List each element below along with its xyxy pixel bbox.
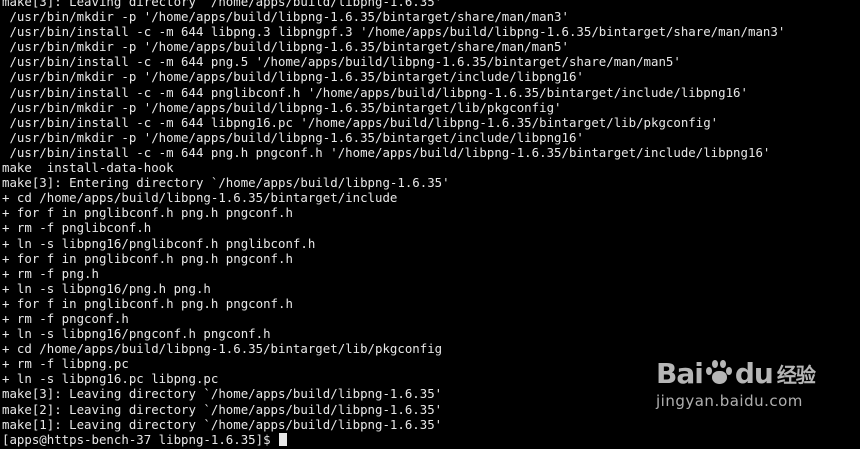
terminal-line: + for f in pnglibconf.h png.h pngconf.h bbox=[2, 295, 293, 311]
terminal-line: make[1]: Leaving directory `/home/apps/b… bbox=[2, 416, 443, 432]
terminal-line: /usr/bin/install -c -m 644 png.h pngconf… bbox=[2, 144, 771, 160]
logo-text-bai: Bai bbox=[656, 356, 704, 390]
terminal-line: /usr/bin/install -c -m 644 libpng.3 libp… bbox=[2, 24, 786, 40]
terminal-window[interactable]: make[3]: Leaving directory `/home/apps/b… bbox=[0, 0, 860, 449]
terminal-line: /usr/bin/install -c -m 644 pnglibconf.h … bbox=[2, 84, 748, 100]
terminal-line: + rm -f pngconf.h bbox=[2, 310, 129, 326]
terminal-line: + for f in pnglibconf.h png.h pngconf.h bbox=[2, 205, 293, 221]
terminal-line: /usr/bin/mkdir -p '/home/apps/build/libp… bbox=[2, 99, 562, 115]
text-cursor bbox=[279, 432, 288, 446]
terminal-line: + ln -s libpng16/pnglibconf.h pnglibconf… bbox=[2, 235, 316, 251]
terminal-line: + cd /home/apps/build/libpng-1.6.35/bint… bbox=[2, 190, 398, 206]
terminal-line: + ln -s libpng16/png.h png.h bbox=[2, 280, 211, 296]
logo-text-du: du bbox=[734, 356, 774, 390]
terminal-line: + rm -f png.h bbox=[2, 265, 99, 281]
terminal-line: make[3]: Entering directory `/home/apps/… bbox=[2, 175, 450, 191]
command-prompt[interactable]: [apps@https-bench-37 libpng-1.6.35]$ bbox=[2, 432, 858, 447]
terminal-line: /usr/bin/mkdir -p '/home/apps/build/libp… bbox=[2, 129, 584, 145]
baidu-logo: Bai du 经验 bbox=[656, 354, 816, 392]
prompt-text: [apps@https-bench-37 libpng-1.6.35]$ bbox=[2, 431, 279, 447]
paw-icon bbox=[705, 358, 733, 388]
terminal-line: + for f in pnglibconf.h png.h pngconf.h bbox=[2, 250, 293, 266]
terminal-line: + rm -f pnglibconf.h bbox=[2, 220, 152, 236]
terminal-line: + ln -s libpng16/pngconf.h pngconf.h bbox=[2, 326, 271, 342]
terminal-line: make install-data-hook bbox=[2, 160, 174, 176]
watermark-site-url: jingyan.baidu.com bbox=[656, 392, 803, 410]
baidu-jingyan-watermark: Bai du 经验 jingyan.baidu.com bbox=[656, 354, 816, 414]
terminal-line: make[3]: Leaving directory `/home/apps/b… bbox=[2, 0, 443, 9]
terminal-line: /usr/bin/mkdir -p '/home/apps/build/libp… bbox=[2, 9, 569, 25]
terminal-line: /usr/bin/install -c -m 644 png.5 '/home/… bbox=[2, 54, 681, 70]
terminal-line: /usr/bin/install -c -m 644 libpng16.pc '… bbox=[2, 114, 719, 130]
terminal-line: /usr/bin/mkdir -p '/home/apps/build/libp… bbox=[2, 39, 569, 55]
terminal-line: /usr/bin/mkdir -p '/home/apps/build/libp… bbox=[2, 69, 584, 85]
logo-text-jingyan: 经验 bbox=[776, 362, 816, 387]
